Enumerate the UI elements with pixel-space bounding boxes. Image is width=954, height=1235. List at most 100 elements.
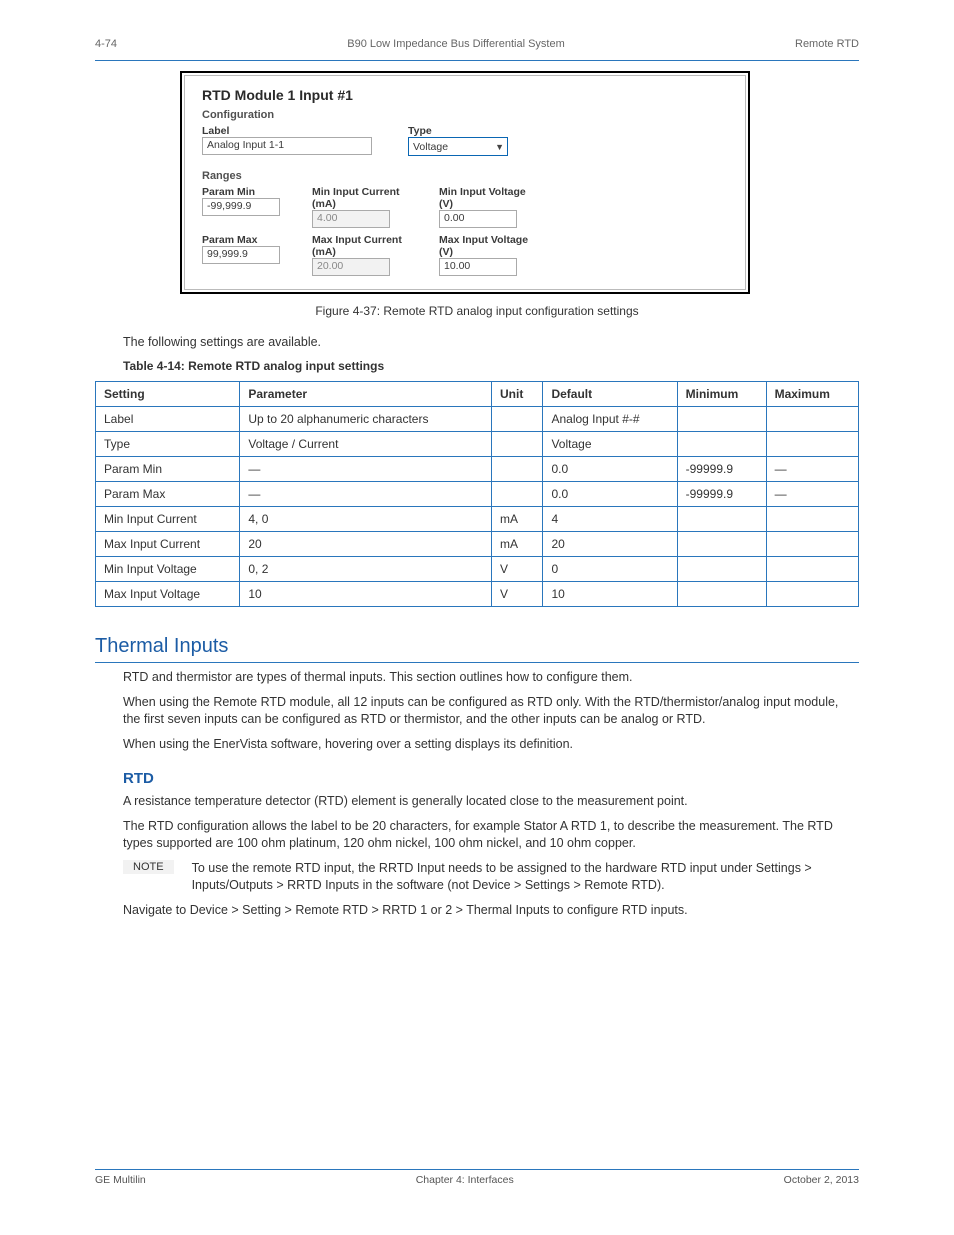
table-cell: Min Input Current: [96, 506, 240, 531]
max-current-input: 20.00: [312, 258, 390, 276]
max-voltage-input[interactable]: 10.00: [439, 258, 517, 276]
table-cell: [766, 506, 858, 531]
min-current-input: 4.00: [312, 210, 390, 228]
label-input[interactable]: Analog Input 1-1: [202, 137, 372, 155]
min-voltage-label: Min Input Voltage (V): [439, 186, 534, 210]
table-cell: -99999.9: [677, 481, 766, 506]
settings-table: Setting Parameter Unit Default Minimum M…: [95, 381, 859, 607]
th-unit: Unit: [491, 381, 542, 406]
table-cell: Max Input Current: [96, 531, 240, 556]
table-cell: Param Max: [96, 481, 240, 506]
thermal-text-2: When using the Remote RTD module, all 12…: [95, 694, 859, 728]
type-select-value: Voltage: [413, 141, 448, 153]
table-row: Min Input Voltage0, 2V0: [96, 556, 859, 581]
table-cell: Type: [96, 431, 240, 456]
footer-center: Chapter 4: Interfaces: [416, 1174, 514, 1186]
th-minimum: Minimum: [677, 381, 766, 406]
table-cell: V: [491, 556, 542, 581]
table-cell: —: [766, 456, 858, 481]
type-select[interactable]: Voltage ▼: [408, 137, 508, 156]
rtd-subheading: RTD: [95, 770, 859, 787]
th-default: Default: [543, 381, 677, 406]
table-cell: 20: [240, 531, 492, 556]
table-cell: [491, 481, 542, 506]
table-caption: Table 4-14: Remote RTD analog input sett…: [95, 359, 859, 373]
thermal-text-3: When using the EnerVista software, hover…: [95, 736, 859, 753]
th-setting: Setting: [96, 381, 240, 406]
table-cell: —: [766, 481, 858, 506]
table-cell: Min Input Voltage: [96, 556, 240, 581]
configuration-heading: Configuration: [202, 109, 728, 121]
footer-left: GE Multilin: [95, 1174, 146, 1186]
min-current-label: Min Input Current (mA): [312, 186, 407, 210]
header-rule: [95, 60, 859, 61]
table-cell: 20: [543, 531, 677, 556]
table-row: Param Max—0.0-99999.9—: [96, 481, 859, 506]
table-cell: Analog Input #-#: [543, 406, 677, 431]
table-cell: 10: [240, 581, 492, 606]
table-cell: [766, 431, 858, 456]
max-voltage-label: Max Input Voltage (V): [439, 234, 534, 258]
section-title: Remote RTD: [795, 38, 859, 50]
table-cell: Voltage: [543, 431, 677, 456]
table-cell: —: [240, 481, 492, 506]
table-cell: [766, 531, 858, 556]
max-current-label: Max Input Current (mA): [312, 234, 407, 258]
label-field-label: Label: [202, 125, 372, 137]
rtd-text-3: Navigate to Device > Setting > Remote RT…: [95, 902, 859, 919]
table-cell: Param Min: [96, 456, 240, 481]
figure-panel: RTD Module 1 Input #1 Configuration Labe…: [180, 71, 750, 294]
param-min-label: Param Min: [202, 186, 280, 198]
table-row: Param Min—0.0-99999.9—: [96, 456, 859, 481]
table-cell: [491, 456, 542, 481]
param-max-input[interactable]: 99,999.9: [202, 246, 280, 264]
table-cell: mA: [491, 531, 542, 556]
table-cell: [677, 506, 766, 531]
th-maximum: Maximum: [766, 381, 858, 406]
chapter-title: B90 Low Impedance Bus Differential Syste…: [347, 38, 564, 50]
table-cell: 10: [543, 581, 677, 606]
table-cell: [491, 406, 542, 431]
thermal-inputs-heading: Thermal Inputs: [95, 635, 859, 663]
page-number-top: 4-74: [95, 38, 117, 50]
rtd-text-1: A resistance temperature detector (RTD) …: [95, 793, 859, 810]
table-cell: [677, 556, 766, 581]
table-cell: [677, 531, 766, 556]
ranges-heading: Ranges: [202, 170, 728, 182]
table-cell: Up to 20 alphanumeric characters: [240, 406, 492, 431]
table-cell: -99999.9: [677, 456, 766, 481]
table-cell: V: [491, 581, 542, 606]
table-cell: [677, 406, 766, 431]
rtd-text-2: The RTD configuration allows the label t…: [95, 818, 859, 852]
table-cell: 4, 0: [240, 506, 492, 531]
table-cell: [677, 431, 766, 456]
footer-right: October 2, 2013: [784, 1174, 859, 1186]
table-cell: [766, 406, 858, 431]
note-text: To use the remote RTD input, the RRTD In…: [192, 860, 859, 894]
note-label: NOTE: [123, 860, 174, 874]
table-cell: Label: [96, 406, 240, 431]
figure-title: RTD Module 1 Input #1: [202, 87, 728, 103]
table-cell: [766, 556, 858, 581]
table-row: Min Input Current4, 0mA4: [96, 506, 859, 531]
figure-caption: Figure 4-37: Remote RTD analog input con…: [95, 298, 859, 328]
table-cell: 0: [543, 556, 677, 581]
table-header-row: Setting Parameter Unit Default Minimum M…: [96, 381, 859, 406]
page-footer: GE Multilin Chapter 4: Interfaces Octobe…: [95, 1169, 859, 1186]
table-row: Max Input Current20mA20: [96, 531, 859, 556]
table-cell: 0, 2: [240, 556, 492, 581]
table-cell: 0.0: [543, 481, 677, 506]
table-cell: mA: [491, 506, 542, 531]
param-min-input[interactable]: -99,999.9: [202, 198, 280, 216]
table-cell: —: [240, 456, 492, 481]
thermal-text-1: RTD and thermistor are types of thermal …: [95, 669, 859, 686]
param-max-label: Param Max: [202, 234, 280, 246]
intro-text: The following settings are available.: [95, 334, 859, 351]
table-cell: 0.0: [543, 456, 677, 481]
th-parameter: Parameter: [240, 381, 492, 406]
min-voltage-input[interactable]: 0.00: [439, 210, 517, 228]
table-cell: Max Input Voltage: [96, 581, 240, 606]
table-cell: [491, 431, 542, 456]
table-row: TypeVoltage / CurrentVoltage: [96, 431, 859, 456]
table-cell: [677, 581, 766, 606]
